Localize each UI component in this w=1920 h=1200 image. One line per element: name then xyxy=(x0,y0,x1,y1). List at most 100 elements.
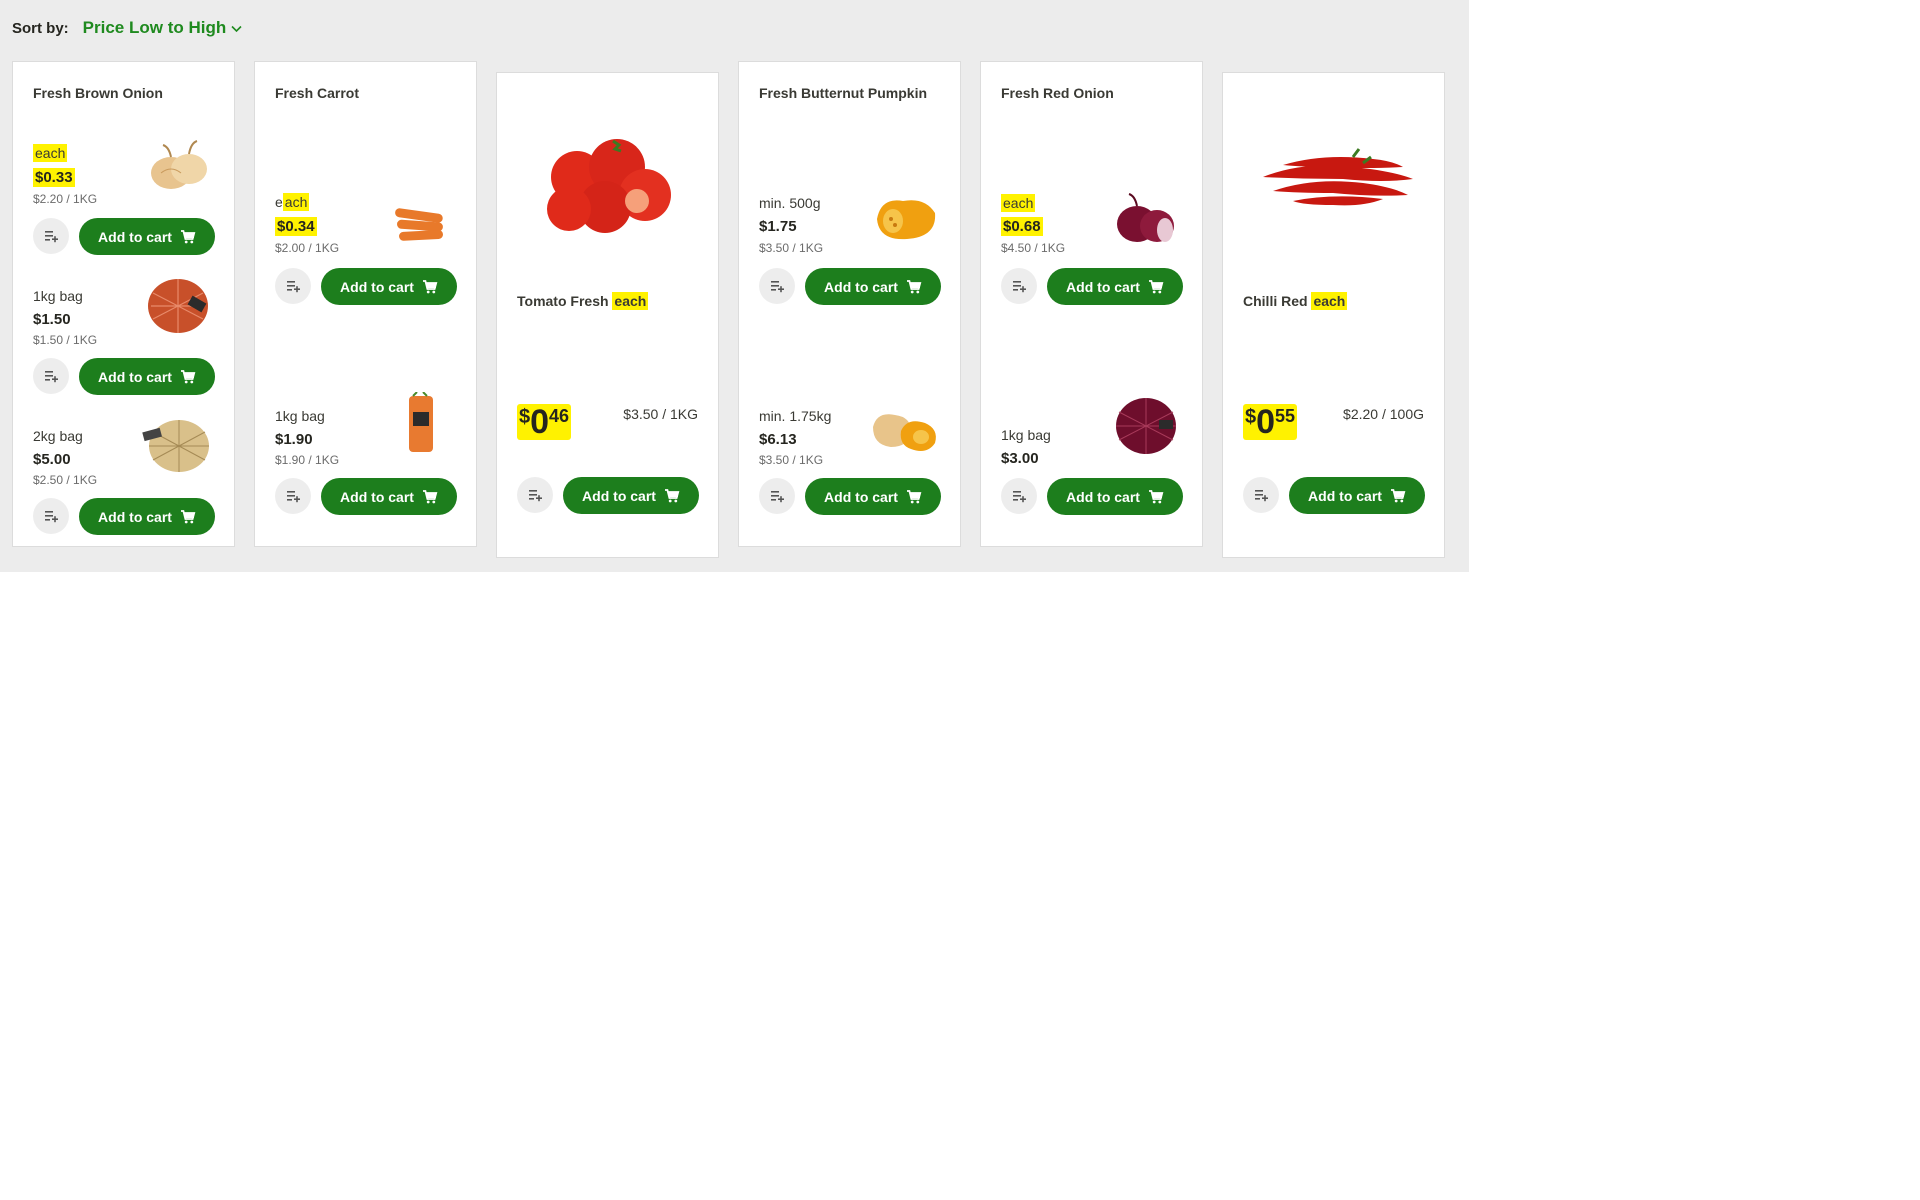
unit-price: $3.50 / 1KG xyxy=(623,406,698,422)
price-int: 0 xyxy=(1256,403,1276,441)
product-grid-panel: Sort by: Price Low to High Fresh Brown O… xyxy=(0,0,1469,572)
add-to-cart-label: Add to cart xyxy=(98,508,172,525)
add-to-cart-label: Add to cart xyxy=(1066,488,1140,505)
product-card-red-onion: Fresh Red Onion each $0.68 $4.50 / 1KG A… xyxy=(980,61,1203,547)
add-to-cart-button[interactable]: Add to cart xyxy=(805,478,941,515)
price: $3.00 xyxy=(1001,450,1039,467)
sort-value: Price Low to High xyxy=(82,18,227,37)
red-onion-bag-icon xyxy=(1109,394,1183,456)
brown-onion-bag-2kg-icon xyxy=(141,412,215,474)
red-onion-icon xyxy=(1109,188,1183,250)
add-to-list-icon xyxy=(285,278,301,294)
sort-bar: Sort by: Price Low to High xyxy=(12,16,242,40)
price-int: 0 xyxy=(530,403,550,441)
unit-label: 1kg bag xyxy=(1001,427,1051,443)
product-title: Chilli Red xyxy=(1243,293,1308,309)
product-title: Tomato Fresh xyxy=(517,293,609,309)
price-cents: 55 xyxy=(1275,406,1296,426)
sort-dropdown[interactable]: Price Low to High xyxy=(83,18,243,38)
add-to-cart-button[interactable]: Add to cart xyxy=(79,218,215,255)
add-to-cart-label: Add to cart xyxy=(98,368,172,385)
add-to-cart-button[interactable]: Add to cart xyxy=(1047,268,1183,305)
unit-price: $2.50 / 1KG xyxy=(33,473,98,487)
add-to-list-button[interactable] xyxy=(1243,477,1279,513)
cart-icon xyxy=(1390,488,1406,504)
add-to-cart-label: Add to cart xyxy=(340,278,414,295)
add-to-cart-label: Add to cart xyxy=(1066,278,1140,295)
add-to-cart-label: Add to cart xyxy=(340,488,414,505)
add-to-list-button[interactable] xyxy=(759,478,795,514)
add-to-list-button[interactable] xyxy=(517,477,553,513)
add-to-cart-button[interactable]: Add to cart xyxy=(805,268,941,305)
unit-price: $1.50 / 1KG xyxy=(33,333,98,347)
carrot-bag-icon xyxy=(383,392,457,454)
price: $ 0 55 xyxy=(1243,403,1298,441)
add-to-cart-button[interactable]: Add to cart xyxy=(563,477,699,514)
butternut-whole-icon xyxy=(867,397,941,459)
add-to-list-icon xyxy=(527,487,543,503)
add-to-cart-label: Add to cart xyxy=(824,278,898,295)
price: $0.68 xyxy=(1001,217,1043,236)
price: $1.90 xyxy=(275,431,313,448)
price: $ 0 46 xyxy=(517,403,572,441)
price-dollar: $ xyxy=(1245,406,1257,428)
price: $0.34 xyxy=(275,217,317,236)
each-label: each xyxy=(612,292,649,310)
add-to-cart-label: Add to cart xyxy=(824,488,898,505)
unit-price: $2.20 / 1KG xyxy=(33,192,98,206)
unit-label: min. 500g xyxy=(759,195,821,211)
each-label: each xyxy=(1311,292,1348,310)
product-card-butternut-pumpkin: Fresh Butternut Pumpkin min. 500g $1.75 … xyxy=(738,61,961,547)
add-to-list-button[interactable] xyxy=(275,268,311,304)
product-title: Fresh Carrot xyxy=(275,85,360,101)
add-to-list-icon xyxy=(1011,488,1027,504)
add-to-cart-label: Add to cart xyxy=(582,487,656,504)
chevron-down-icon xyxy=(231,25,242,33)
add-to-cart-button[interactable]: Add to cart xyxy=(79,358,215,395)
cart-icon xyxy=(906,279,922,295)
unit-label-highlight: ach xyxy=(282,193,310,211)
cart-icon xyxy=(180,369,196,385)
add-to-list-button[interactable] xyxy=(275,478,311,514)
add-to-list-button[interactable] xyxy=(1001,478,1037,514)
add-to-cart-button[interactable]: Add to cart xyxy=(321,478,457,515)
product-card-tomato: Tomato Fresh each $ 0 46 $3.50 / 1KG Add… xyxy=(496,72,719,558)
product-card-chilli: Chilli Red each $ 0 55 $2.20 / 100G Add … xyxy=(1222,72,1445,558)
butternut-half-icon xyxy=(867,187,941,249)
add-to-list-button[interactable] xyxy=(33,498,69,534)
unit-label: 1kg bag xyxy=(275,408,325,424)
product-title: Fresh Butternut Pumpkin xyxy=(759,85,928,101)
add-to-cart-label: Add to cart xyxy=(98,228,172,245)
add-to-list-button[interactable] xyxy=(33,218,69,254)
cart-icon xyxy=(422,489,438,505)
add-to-list-button[interactable] xyxy=(759,268,795,304)
add-to-list-icon xyxy=(1253,487,1269,503)
unit-price: $3.50 / 1KG xyxy=(759,241,824,255)
add-to-list-icon xyxy=(1011,278,1027,294)
add-to-cart-button[interactable]: Add to cart xyxy=(79,498,215,535)
cart-icon xyxy=(664,488,680,504)
unit-price: $1.90 / 1KG xyxy=(275,453,340,467)
sort-label: Sort by: xyxy=(12,19,69,37)
brown-onion-bag-icon xyxy=(141,273,215,335)
price-dollar: $ xyxy=(519,406,531,428)
add-to-list-icon xyxy=(769,488,785,504)
cart-icon xyxy=(1148,279,1164,295)
price: $5.00 xyxy=(33,451,71,468)
product-card-carrot: Fresh Carrot e ach $0.34 $2.00 / 1KG Add … xyxy=(254,61,477,547)
unit-label: each xyxy=(1001,194,1036,212)
add-to-cart-button[interactable]: Add to cart xyxy=(321,268,457,305)
add-to-cart-button[interactable]: Add to cart xyxy=(1047,478,1183,515)
unit-price: $4.50 / 1KG xyxy=(1001,241,1066,255)
add-to-list-button[interactable] xyxy=(1001,268,1037,304)
unit-price: $2.20 / 100G xyxy=(1343,406,1424,422)
price: $1.50 xyxy=(33,311,71,328)
brown-onion-icon xyxy=(141,135,215,197)
unit-price: $3.50 / 1KG xyxy=(759,453,824,467)
add-to-list-button[interactable] xyxy=(33,358,69,394)
add-to-cart-label: Add to cart xyxy=(1308,487,1382,504)
unit-price: $2.00 / 1KG xyxy=(275,241,340,255)
cart-icon xyxy=(180,229,196,245)
add-to-cart-button[interactable]: Add to cart xyxy=(1289,477,1425,514)
price: $1.75 xyxy=(759,218,797,235)
